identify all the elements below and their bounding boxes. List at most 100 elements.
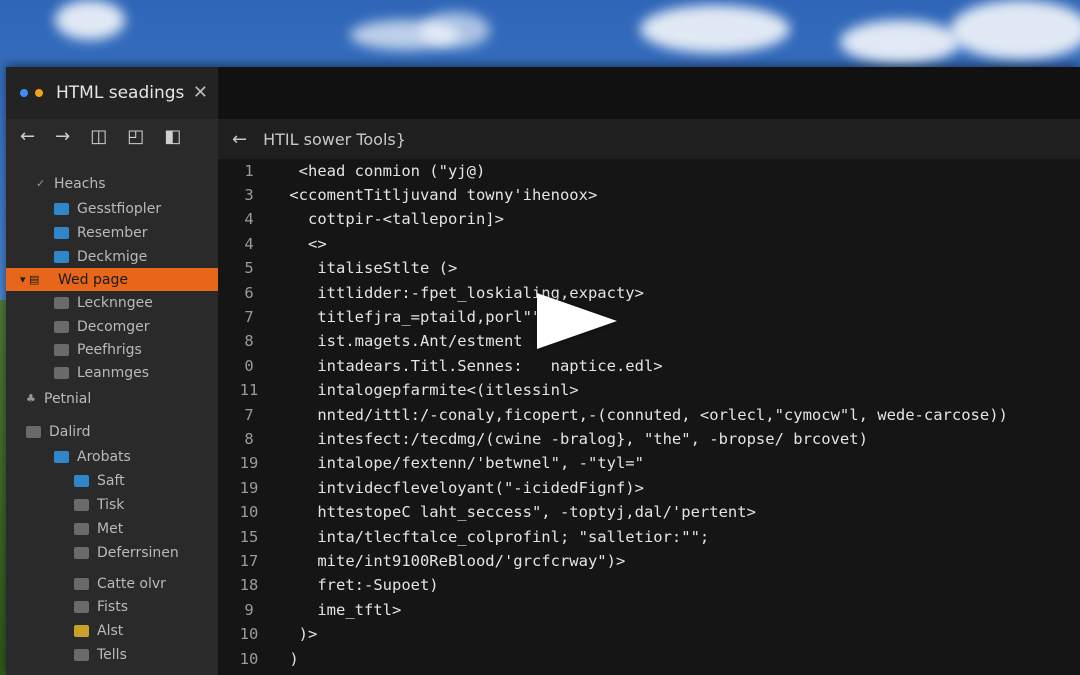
sidebar-item[interactable]: ▾ ▤ Wed page [6, 268, 218, 291]
sidebar-item[interactable]: Fists [6, 595, 218, 618]
code-text: httestopeC laht_seccess", -toptyj,dal/'p… [280, 503, 756, 522]
line-number: 19 [239, 454, 259, 473]
code-line: 10 )> [218, 623, 318, 646]
sidebar-item[interactable]: Decomger [6, 315, 218, 338]
panel-icon[interactable]: ◧ [164, 126, 181, 147]
folder-icon [54, 366, 69, 379]
folder-icon [74, 600, 89, 613]
file-sidebar: ← → ◫ ◰ ◧ ✓ Heachs Gesstfiopler Resember Dec… [6, 119, 218, 675]
sidebar-item[interactable]: Tisk [6, 493, 218, 516]
sidebar-item[interactable]: Dalird [6, 420, 218, 443]
file-icon: ▾ ▤ [20, 273, 40, 286]
code-text: intalope/fextenn/'betwnel", -"tyl=" [280, 454, 644, 473]
code-line: 9 ime_tftl> [218, 598, 401, 621]
orange-dot-icon [35, 89, 43, 97]
code-text: intadears.Titl.Sennes: naptice.edl> [280, 356, 663, 375]
split-view-icon[interactable]: ◫ [90, 126, 107, 147]
sidebar-item[interactable]: Leanmges [6, 361, 218, 384]
folder-icon [54, 226, 69, 239]
folder-icon [54, 296, 69, 309]
sidebar-item[interactable]: Lecknngee [6, 291, 218, 314]
sidebar-item[interactable]: Resember [6, 221, 218, 244]
sidebar-item[interactable]: Deckmige [6, 245, 218, 268]
sidebar-item-label: Heachs [54, 175, 106, 192]
sky-cloud [420, 12, 490, 48]
line-number: 5 [244, 259, 254, 278]
line-number: 4 [244, 234, 254, 253]
code-line: 18 fret:-Supoet) [218, 574, 439, 597]
line-number: 10 [239, 625, 259, 644]
code-text: cottpir-<talleporin]> [280, 210, 504, 229]
sidebar-item-label: Leanmges [77, 364, 150, 381]
line-number: 10 [239, 649, 259, 668]
sidebar-item[interactable]: Deferrsinen [6, 541, 218, 564]
code-line: 8 intesfect:/tecdmg/(cwine -bralog}, "th… [218, 427, 868, 450]
folder-icon [74, 498, 89, 511]
folder-icon [74, 624, 89, 637]
close-icon[interactable]: ✕ [193, 82, 208, 103]
code-editor: ← HTIL sower Tools} 1 <head conmion ("yj… [218, 119, 1080, 675]
sidebar-toolbar: ← → ◫ ◰ ◧ [6, 119, 218, 153]
sidebar-item[interactable]: Tells [6, 643, 218, 666]
sidebar-item-label: Tisk [97, 496, 125, 513]
line-number: 1 [244, 161, 254, 180]
sidebar-item-label: Lecknngee [77, 294, 153, 311]
sidebar-item[interactable]: Alst [6, 619, 218, 642]
code-text: ist.magets.Ant/estment [280, 332, 523, 351]
line-number: 11 [239, 381, 259, 400]
play-icon[interactable] [537, 293, 617, 349]
tab-title: HTML seadings [56, 83, 185, 103]
folder-icon [74, 648, 89, 661]
sidebar-item-label: Alst [97, 622, 124, 639]
sidebar-item[interactable]: Peefhrigs [6, 338, 218, 361]
line-number: 8 [244, 429, 254, 448]
code-text: titlefjra_=ptaild,porl"" [280, 307, 542, 326]
line-number: 9 [244, 600, 254, 619]
code-text: <> [280, 234, 327, 253]
sidebar-item[interactable]: Saft [6, 469, 218, 492]
sidebar-item-label: Deferrsinen [97, 544, 179, 561]
code-text: inta/tlecftalce_colprofinl; "salletior:"… [280, 527, 710, 546]
leaf-icon: ♣ [26, 392, 36, 405]
sidebar-item[interactable]: ✓ Heachs [6, 172, 218, 195]
folder-icon [26, 425, 41, 438]
app-window: HTML seadings ✕ ← → ◫ ◰ ◧ ✓ Heachs Gesstfi… [6, 67, 1080, 675]
line-number: 8 [244, 332, 254, 351]
code-area[interactable]: 1 <head conmion ("yj@) 3 <ccomentTitljuva… [218, 159, 1080, 675]
code-text: intvidecflevelоyant("-icidedFignf)> [280, 478, 644, 497]
sidebar-item[interactable]: Arobats [6, 445, 218, 468]
code-text: italiseStlte (> [280, 259, 458, 278]
sidebar-item[interactable]: ♣ Petnial [6, 387, 218, 410]
code-line: 10 ) [218, 647, 299, 670]
code-line: 19 intalope/fextenn/'betwnel", -"tyl=" [218, 452, 644, 475]
forward-arrow-icon[interactable]: → [55, 126, 70, 147]
back-arrow-icon[interactable]: ← [20, 126, 35, 147]
sidebar-item[interactable]: Gesstfiopler [6, 197, 218, 220]
folder-icon [74, 546, 89, 559]
folder-icon [74, 522, 89, 535]
code-line: 11 intalogepfarmite<(itlessinl> [218, 379, 579, 402]
sidebar-item[interactable]: Met [6, 517, 218, 540]
window-icon[interactable]: ◰ [127, 126, 144, 147]
folder-icon [54, 450, 69, 463]
check-icon: ✓ [36, 177, 46, 190]
code-text: intalogepfarmite<(itlessinl> [280, 381, 579, 400]
code-text: nnted/ittl:/-conaly,ficopert,-(connuted,… [280, 405, 1008, 424]
back-arrow-icon[interactable]: ← [232, 129, 247, 150]
line-number: 7 [244, 405, 254, 424]
code-line: 1 <head conmion ("yj@) [218, 159, 485, 182]
code-line: 0 intadears.Titl.Sennes: naptice.edl> [218, 354, 663, 377]
line-number: 19 [239, 478, 259, 497]
sidebar-item-label: Resember [77, 224, 148, 241]
sidebar-item-label: Saft [97, 472, 125, 489]
sidebar-item-label: Petnial [44, 390, 92, 407]
code-line: 17 mite/int9100ReBlood/'grcfcrway")> [218, 549, 626, 572]
sidebar-item[interactable]: Catte olvr [6, 572, 218, 595]
code-text: <head conmion ("yj@) [280, 161, 486, 180]
code-text: mite/int9100ReBlood/'grcfcrway")> [280, 551, 626, 570]
line-number: 7 [244, 307, 254, 326]
folder-icon [54, 250, 69, 263]
folder-icon [54, 320, 69, 333]
tab-html-seadings[interactable]: HTML seadings ✕ [6, 67, 218, 119]
line-number: 10 [239, 503, 259, 522]
